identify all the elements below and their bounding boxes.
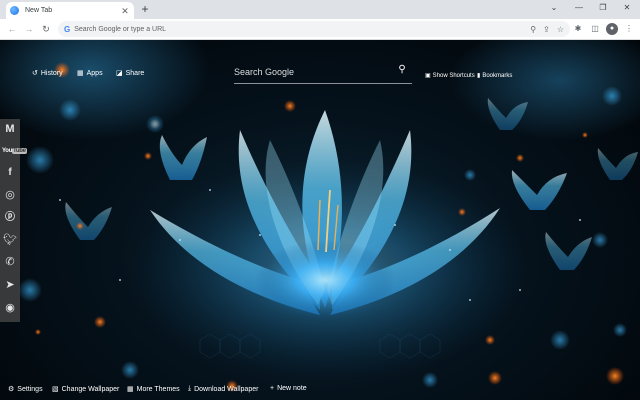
restore-icon[interactable]: ❐ — [596, 2, 610, 14]
search-icon[interactable]: ⚲ — [396, 64, 408, 76]
close-window-icon[interactable]: ✕ — [620, 2, 634, 14]
apps-link[interactable]: ▦ Apps — [77, 69, 103, 78]
download-wallpaper-label: Download Wallpaper — [194, 385, 259, 393]
twitter-icon[interactable]: 🐦︎ — [2, 232, 18, 248]
forward-arrow-icon[interactable]: → — [23, 23, 35, 35]
apps-label: Apps — [86, 69, 103, 77]
social-sidebar: M YouTube f ◎ ⓟ 🐦︎ ✆ ➤ ◉ — [0, 119, 27, 322]
profile-avatar-icon[interactable]: ● — [606, 23, 618, 35]
search-input[interactable] — [234, 65, 392, 79]
chrome-favicon-icon — [10, 6, 19, 15]
shortcuts-icon: ▣ — [425, 73, 431, 79]
bookmarks-link[interactable]: ▮ Bookmarks — [477, 72, 513, 80]
new-tab-button[interactable]: + — [139, 3, 151, 15]
address-bar-placeholder: Search Google or type a URL — [74, 25, 167, 33]
share-icon[interactable]: ⇪ — [543, 25, 550, 34]
new-note-label: New note — [277, 385, 307, 392]
settings-link[interactable]: ⚙ Settings — [8, 385, 43, 394]
puzzle-icon[interactable]: ✱ — [572, 23, 584, 35]
reload-icon[interactable]: ↻ — [40, 23, 52, 35]
more-themes-link[interactable]: ▦ More Themes — [127, 385, 180, 394]
change-wallpaper-link[interactable]: ▧ Change Wallpaper — [52, 385, 120, 394]
youtube-you-label: You — [2, 148, 12, 154]
pinterest-icon[interactable]: ⓟ — [2, 210, 18, 226]
tab-strip: New Tab ✕ + ⌄ — ❐ ✕ — [0, 0, 640, 19]
settings-label: Settings — [17, 385, 43, 393]
search-box: ⚲ — [234, 62, 412, 84]
new-tab-wallpaper: ↺ History ▦ Apps ◪ Share ⚲ ▣ Show Shortc… — [0, 40, 640, 400]
side-panel-icon[interactable]: ◫ — [589, 23, 601, 35]
google-g-icon: G — [64, 24, 71, 34]
telegram-icon[interactable]: ➤ — [2, 277, 18, 293]
zoom-icon[interactable]: ⚲ — [530, 25, 536, 34]
gmail-icon[interactable]: M — [2, 121, 18, 137]
back-arrow-icon[interactable]: ← — [6, 23, 18, 35]
more-themes-label: More Themes — [136, 385, 180, 393]
reddit-icon[interactable]: ◉ — [2, 300, 18, 316]
bookmarks-label: Bookmarks — [482, 72, 513, 79]
themes-icon: ▦ — [127, 386, 134, 393]
minimize-icon[interactable]: — — [572, 2, 586, 14]
gear-icon: ⚙ — [8, 386, 15, 393]
history-icon: ↺ — [32, 70, 38, 77]
tab-new-tab[interactable]: New Tab ✕ — [6, 2, 134, 19]
star-icon[interactable]: ☆ — [557, 25, 564, 34]
bookmark-icon: ▮ — [477, 73, 481, 79]
plus-icon: + — [270, 385, 275, 392]
whatsapp-icon[interactable]: ✆ — [2, 254, 18, 270]
facebook-icon[interactable]: f — [2, 165, 18, 181]
new-note-link[interactable]: + New note — [270, 385, 307, 392]
instagram-icon[interactable]: ◎ — [2, 187, 18, 203]
tab-search-chevron-icon[interactable]: ⌄ — [547, 2, 561, 14]
glowing-flower-wallpaper-image — [0, 40, 640, 392]
share-label: Share — [125, 69, 145, 77]
image-icon: ▧ — [52, 386, 59, 393]
address-bar[interactable]: G Search Google or type a URL ⚲ ⇪ ☆ — [58, 21, 570, 37]
download-icon: ⤓ — [188, 385, 192, 392]
kebab-menu-icon[interactable]: ⋮ — [623, 23, 635, 35]
apps-grid-icon: ▦ — [77, 70, 84, 77]
youtube-icon[interactable]: YouTube — [2, 143, 27, 159]
share-icon: ◪ — [116, 70, 123, 77]
close-tab-icon[interactable]: ✕ — [120, 6, 130, 16]
tab-title: New Tab — [25, 7, 53, 14]
youtube-tube-label: Tube — [12, 148, 27, 154]
show-shortcuts-label: Show Shortcuts — [432, 72, 475, 79]
show-shortcuts-link[interactable]: ▣ Show Shortcuts — [425, 72, 475, 80]
history-link[interactable]: ↺ History — [32, 69, 63, 78]
history-label: History — [40, 69, 63, 77]
download-wallpaper-link[interactable]: ⤓ Download Wallpaper — [188, 385, 258, 393]
browser-toolbar: ← → ↻ G Search Google or type a URL ⚲ ⇪ … — [0, 19, 640, 40]
share-link[interactable]: ◪ Share — [116, 69, 145, 78]
change-wallpaper-label: Change Wallpaper — [61, 385, 120, 393]
